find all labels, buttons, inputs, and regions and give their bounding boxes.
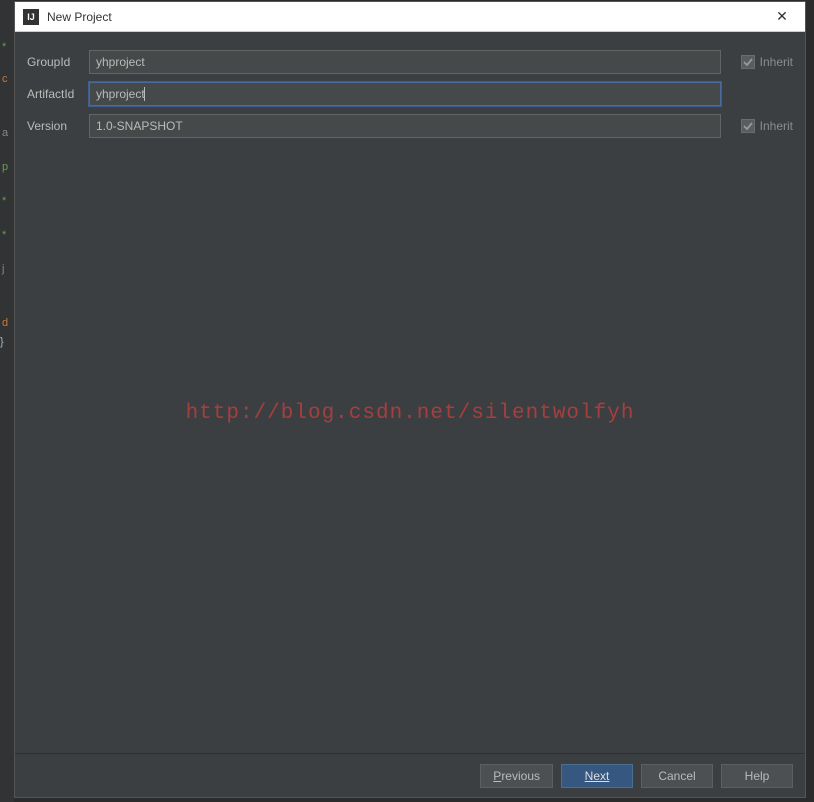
previous-button[interactable]: Previous [480, 764, 553, 788]
help-button[interactable]: Help [721, 764, 793, 788]
window-title: New Project [47, 10, 767, 24]
version-inherit[interactable]: Inherit [721, 119, 793, 133]
text-caret [144, 87, 145, 101]
close-icon[interactable]: ✕ [767, 3, 797, 31]
artifactid-input[interactable]: yhproject [89, 82, 721, 106]
watermark-text: http://blog.csdn.net/silentwolfyh [15, 402, 805, 425]
groupid-label: GroupId [27, 55, 89, 69]
editor-gutter: * c a p * * j d } [0, 0, 14, 802]
checkbox-checked-icon[interactable] [741, 55, 755, 69]
groupid-inherit[interactable]: Inherit [721, 55, 793, 69]
titlebar: IJ New Project ✕ [15, 2, 805, 32]
inherit-label: Inherit [760, 55, 793, 69]
checkbox-checked-icon[interactable] [741, 119, 755, 133]
groupid-row: GroupId Inherit [27, 50, 793, 74]
inherit-label: Inherit [760, 119, 793, 133]
app-icon: IJ [23, 9, 39, 25]
version-label: Version [27, 119, 89, 133]
artifactid-label: ArtifactId [27, 87, 89, 101]
new-project-dialog: IJ New Project ✕ GroupId Inherit Artifac… [14, 1, 806, 798]
dialog-footer: Previous Next Cancel Help [15, 753, 805, 797]
cancel-button[interactable]: Cancel [641, 764, 713, 788]
next-button[interactable]: Next [561, 764, 633, 788]
dialog-content: GroupId Inherit ArtifactId yhproject Ver… [15, 32, 805, 753]
version-input[interactable] [89, 114, 721, 138]
version-row: Version Inherit [27, 114, 793, 138]
groupid-input[interactable] [89, 50, 721, 74]
artifactid-row: ArtifactId yhproject [27, 82, 793, 106]
